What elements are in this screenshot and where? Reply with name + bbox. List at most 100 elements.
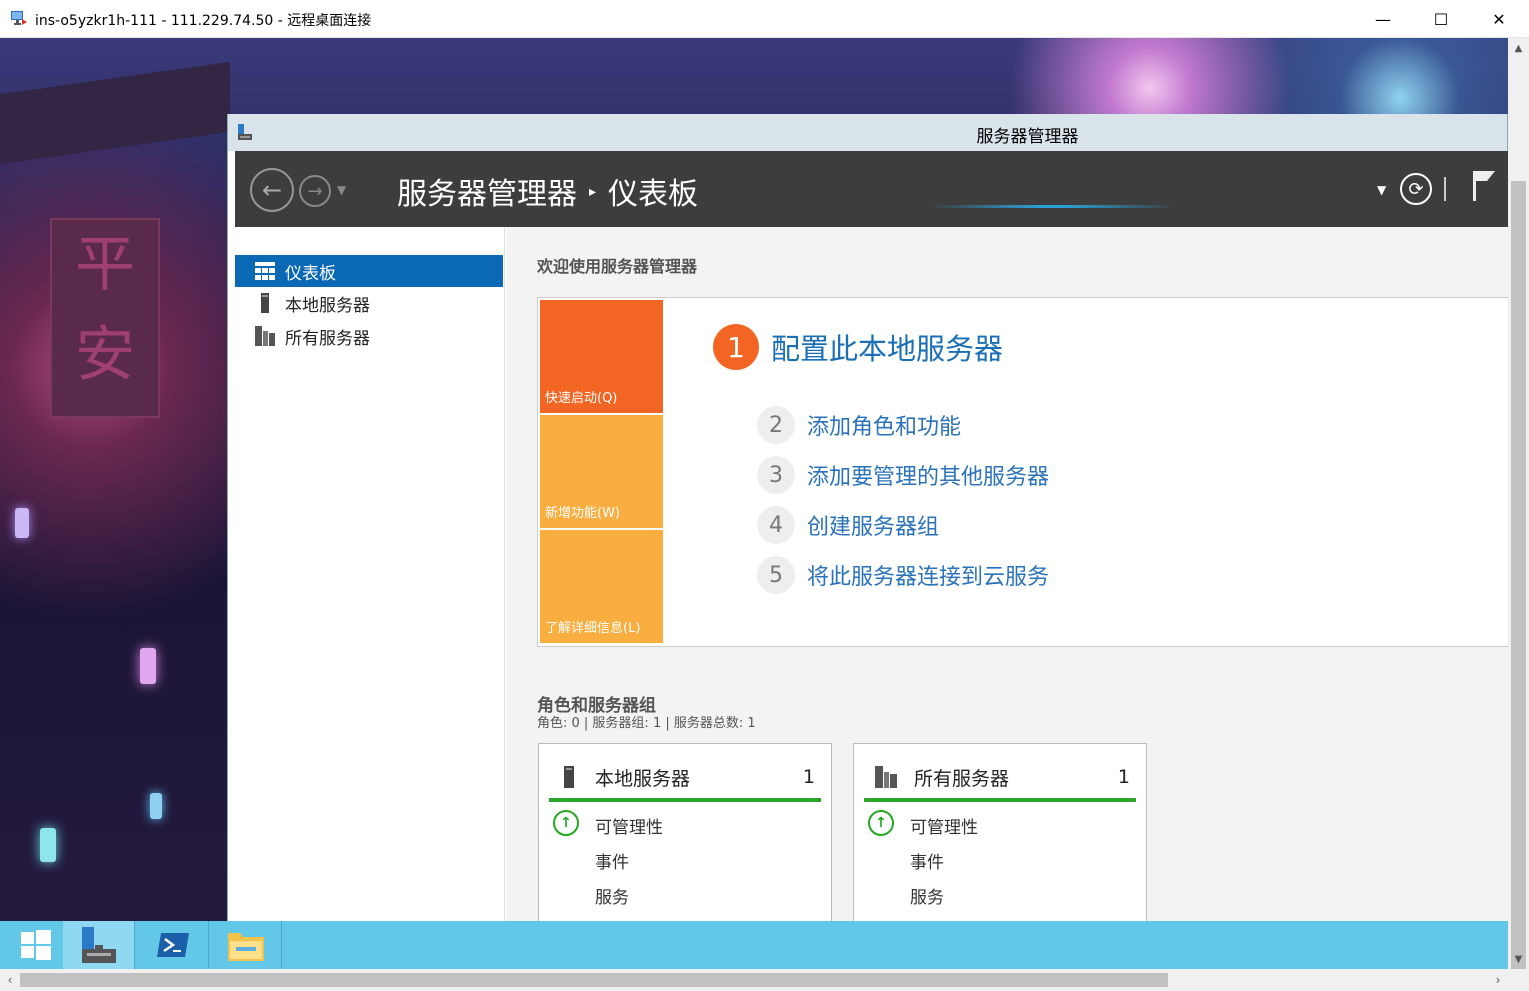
tile-learn-more[interactable]: 了解详细信息(L) (540, 530, 663, 643)
card-count: 1 (1117, 766, 1130, 788)
card-title: 本地服务器 (595, 767, 691, 790)
remote-desktop-icon (11, 11, 27, 25)
step-number: 5 (757, 556, 795, 594)
card-header[interactable]: 本地服务器 1 (549, 756, 821, 802)
step-number: 2 (757, 406, 795, 444)
step-number: 4 (757, 506, 795, 544)
dashboard-content: 欢迎使用服务器管理器 快速启动(Q) 新增功能(W) 了解详细信息(L) 1 配… (506, 227, 1508, 921)
forward-button[interactable]: → (299, 175, 331, 207)
arrow-right-icon: → (307, 180, 323, 202)
breadcrumb-current: 仪表板 (608, 177, 699, 212)
step-create-server-group[interactable]: 4 创建服务器组 (757, 506, 939, 544)
horizontal-scrollbar[interactable]: ‹ › (0, 969, 1508, 991)
step-label[interactable]: 添加要管理的其他服务器 (807, 459, 1049, 491)
taskbar-file-explorer[interactable] (210, 921, 282, 969)
refresh-progress-line (930, 205, 1175, 208)
start-button[interactable] (0, 921, 72, 969)
server-manager-window-title: 服务器管理器 (976, 127, 1079, 147)
minimize-button[interactable]: — (1354, 0, 1412, 38)
wallpaper-torii-beam (0, 61, 230, 165)
wallpaper-lantern (140, 648, 156, 684)
folder-icon (227, 933, 264, 961)
card-row-events[interactable]: 事件 (910, 848, 944, 873)
wallpaper-lantern (40, 828, 56, 862)
notifications-flag-icon[interactable] (1471, 169, 1497, 203)
local-server-icon (255, 293, 275, 313)
wallpaper-lantern (15, 508, 29, 538)
step-add-roles-features[interactable]: 2 添加角色和功能 (757, 406, 961, 444)
breadcrumb: 服务器管理器 ▸ 仪表板 (397, 169, 698, 213)
sidebar-item-label: 本地服务器 (285, 295, 370, 316)
windows-logo-icon (20, 930, 51, 960)
card-row-services[interactable]: 服务 (910, 883, 944, 908)
breadcrumb-root[interactable]: 服务器管理器 (397, 177, 577, 212)
step-label[interactable]: 配置此本地服务器 (771, 326, 1003, 368)
refresh-button[interactable]: ⟳ (1400, 173, 1432, 205)
step-connect-cloud[interactable]: 5 将此服务器连接到云服务 (757, 556, 1049, 594)
roles-summary: 角色: 0 | 服务器组: 1 | 服务器总数: 1 (537, 716, 756, 731)
card-local-server[interactable]: 本地服务器 1 ↑ 可管理性 事件 服务 (538, 743, 832, 921)
card-row-events[interactable]: 事件 (595, 848, 629, 873)
quick-start-panel: 快速启动(Q) 新增功能(W) 了解详细信息(L) 1 配置此本地服务器 2 添… (537, 297, 1508, 647)
header-dropdown-icon[interactable]: ▼ (1377, 183, 1386, 197)
step-number: 1 (713, 324, 759, 370)
sidebar-item-dashboard[interactable]: 仪表板 (235, 255, 503, 287)
card-header[interactable]: 所有服务器 1 (864, 756, 1136, 802)
taskbar-server-manager[interactable] (63, 921, 135, 969)
card-row-manageability[interactable]: 可管理性 (595, 813, 663, 838)
status-up-icon: ↑ (868, 810, 894, 836)
back-button[interactable]: ← (250, 168, 294, 212)
server-manager-window: 服务器管理器 ← → ▼ 服务器管理器 ▸ 仪表板 ▼ ⟳ 仪表板 本地服务器 (227, 114, 1508, 921)
wallpaper-sign-text: 平安 (75, 230, 135, 390)
server-manager-header: ← → ▼ 服务器管理器 ▸ 仪表板 ▼ ⟳ (235, 151, 1508, 227)
arrow-left-icon: ← (261, 176, 283, 204)
vertical-scroll-thumb[interactable] (1511, 181, 1526, 986)
wallpaper-lantern (150, 793, 162, 819)
sidebar-item-local-server[interactable]: 本地服务器 (235, 287, 503, 319)
sidebar-item-label: 所有服务器 (285, 328, 370, 349)
local-server-icon (564, 766, 574, 788)
powershell-icon (156, 933, 189, 957)
server-manager-icon (81, 927, 116, 963)
status-up-icon: ↑ (553, 810, 579, 836)
card-row-services[interactable]: 服务 (595, 883, 629, 908)
taskbar-powershell[interactable] (137, 921, 209, 969)
breadcrumb-separator: ▸ (589, 183, 597, 200)
scroll-left-icon[interactable]: ‹ (0, 969, 20, 991)
step-configure-local-server[interactable]: 1 配置此本地服务器 (713, 324, 1003, 370)
all-servers-icon (875, 766, 897, 788)
step-label[interactable]: 创建服务器组 (807, 509, 939, 541)
dashboard-icon (255, 261, 275, 281)
scrollbar-corner (1508, 969, 1529, 991)
header-divider (1444, 177, 1446, 201)
horizontal-scroll-thumb[interactable] (20, 973, 1168, 987)
wallpaper-sign: 平安 (50, 218, 160, 418)
scroll-up-icon[interactable]: ▲ (1508, 38, 1529, 58)
step-label[interactable]: 添加角色和功能 (807, 409, 961, 441)
scroll-down-icon[interactable]: ▼ (1508, 949, 1529, 969)
remote-taskbar (0, 921, 1508, 969)
rdp-titlebar: ins-o5yzkr1h-111 - 111.229.74.50 - 远程桌面连… (0, 0, 1529, 38)
server-manager-titlebar: 服务器管理器 (228, 114, 1507, 151)
card-all-servers[interactable]: 所有服务器 1 ↑ 可管理性 事件 服务 (853, 743, 1147, 921)
rdp-window-title: ins-o5yzkr1h-111 - 111.229.74.50 - 远程桌面连… (35, 13, 372, 29)
sidebar-item-label: 仪表板 (285, 263, 336, 284)
card-count: 1 (802, 766, 815, 788)
tile-quick-start[interactable]: 快速启动(Q) (540, 300, 663, 413)
close-button[interactable]: ✕ (1470, 0, 1528, 38)
step-add-other-servers[interactable]: 3 添加要管理的其他服务器 (757, 456, 1049, 494)
welcome-title: 欢迎使用服务器管理器 (537, 257, 698, 276)
scroll-right-icon[interactable]: › (1488, 969, 1508, 991)
vertical-scrollbar[interactable]: ▲ ▼ (1508, 38, 1529, 986)
step-number: 3 (757, 456, 795, 494)
card-title: 所有服务器 (914, 767, 1010, 790)
refresh-icon: ⟳ (1408, 178, 1424, 200)
history-dropdown-icon[interactable]: ▼ (337, 183, 346, 197)
card-row-manageability[interactable]: 可管理性 (910, 813, 978, 838)
step-label[interactable]: 将此服务器连接到云服务 (807, 559, 1049, 591)
sidebar: 仪表板 本地服务器 所有服务器 (235, 227, 505, 921)
all-servers-icon (255, 326, 275, 346)
tile-whats-new[interactable]: 新增功能(W) (540, 415, 663, 528)
maximize-button[interactable]: ☐ (1412, 0, 1470, 38)
sidebar-item-all-servers[interactable]: 所有服务器 (235, 320, 503, 352)
